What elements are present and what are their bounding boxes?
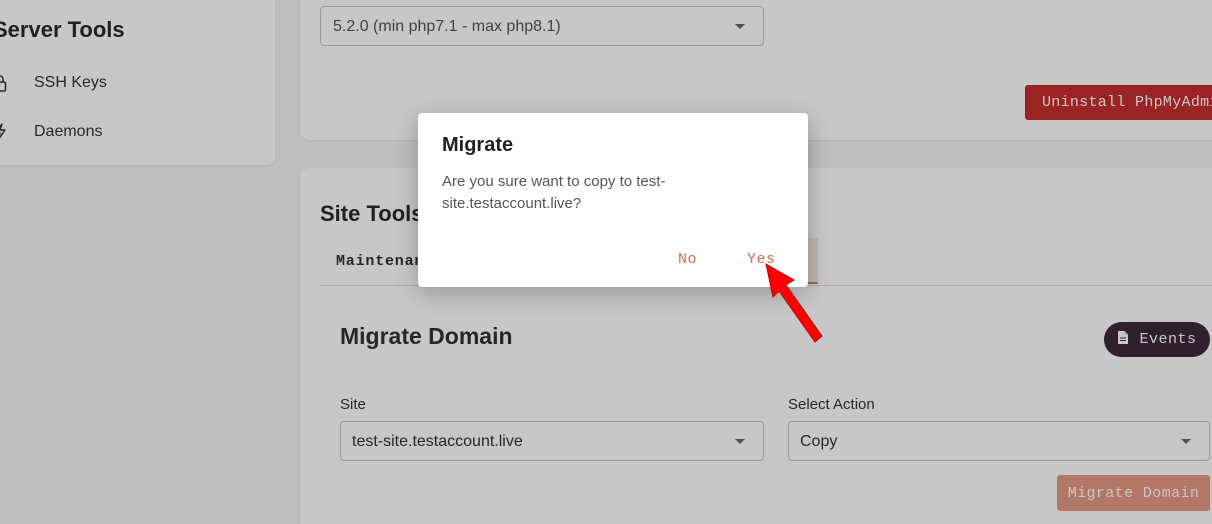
dialog-no-button[interactable]: No bbox=[678, 251, 697, 268]
dialog-title: Migrate bbox=[442, 134, 514, 156]
migrate-dialog: Migrate Are you sure want to copy to tes… bbox=[418, 113, 808, 287]
dialog-message: Are you sure want to copy to test-site.t… bbox=[442, 173, 666, 212]
pointer-arrow-icon bbox=[765, 263, 823, 343]
